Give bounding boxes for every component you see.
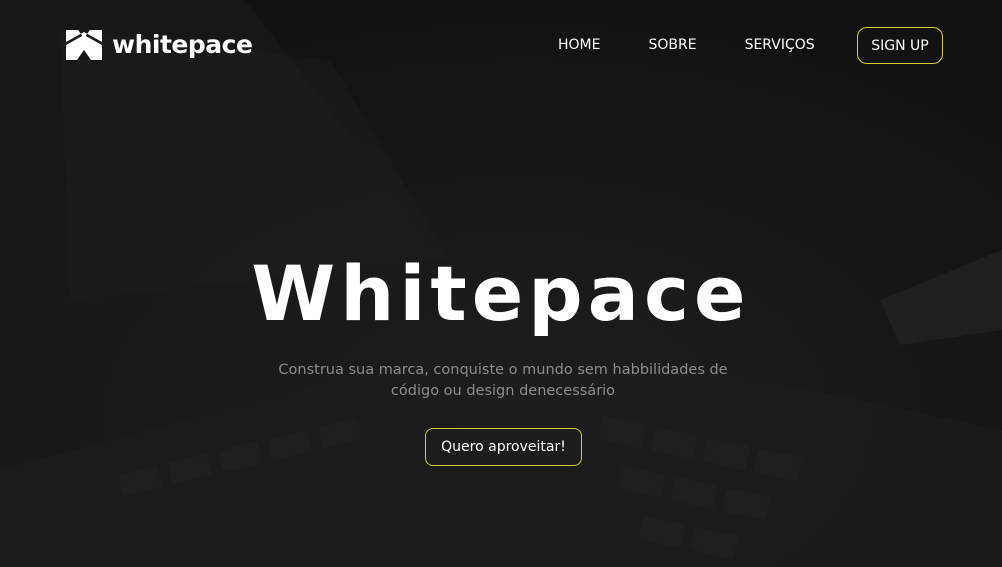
logo-text: whitepace: [112, 30, 253, 59]
nav-servicos[interactable]: SERVIÇOS: [745, 36, 815, 54]
sign-up-button[interactable]: SIGN UP: [857, 27, 943, 64]
main-nav: HOME SOBRE SERVIÇOS: [558, 36, 815, 54]
hero-section: whitepace HOME SOBRE SERVIÇOS SIGN UP Wh…: [0, 0, 1002, 567]
nav-home[interactable]: HOME: [558, 36, 600, 54]
cta-button[interactable]: Quero aproveitar!: [425, 428, 582, 466]
hero-subtitle: Construa sua marca, conquiste o mundo se…: [278, 362, 728, 399]
whitepace-logo-icon: [66, 30, 102, 60]
nav-sobre[interactable]: SOBRE: [648, 36, 696, 54]
logo[interactable]: whitepace: [66, 30, 253, 60]
hero-title: Whitepace: [251, 249, 751, 338]
